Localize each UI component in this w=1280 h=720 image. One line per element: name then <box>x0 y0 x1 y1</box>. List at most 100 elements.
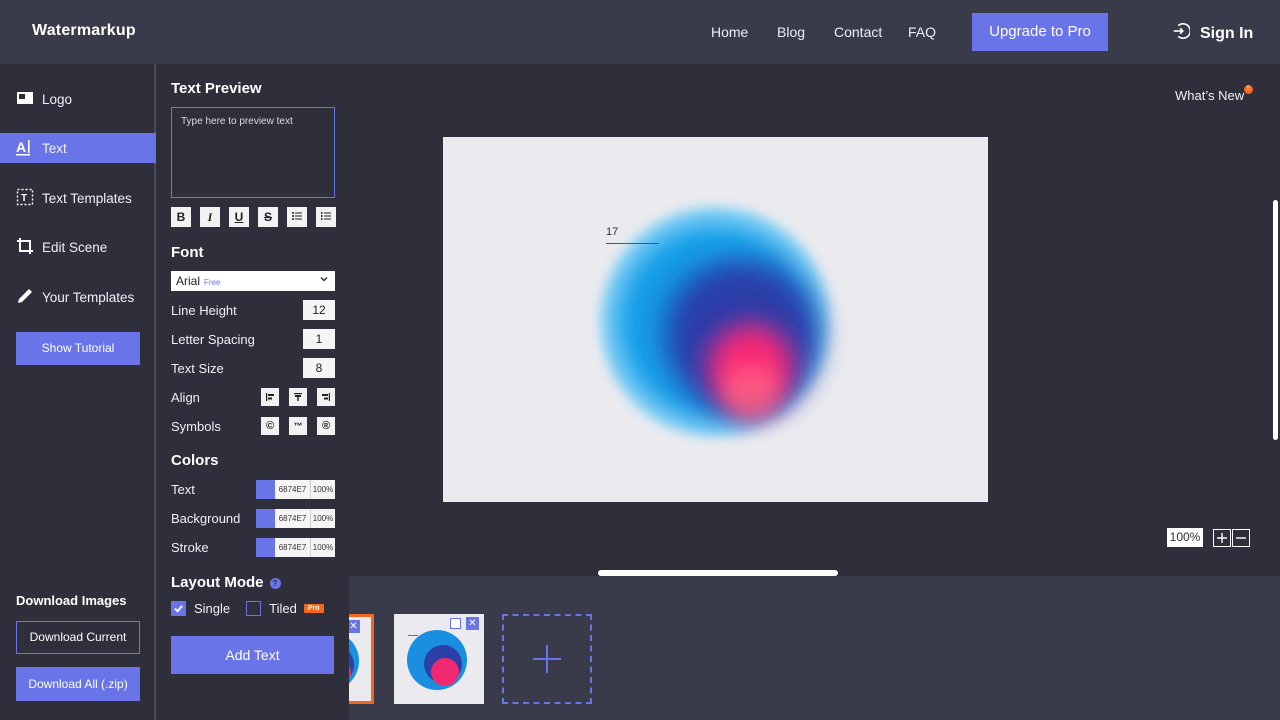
nav-home[interactable]: Home <box>711 24 748 40</box>
chevron-down-icon <box>320 276 328 282</box>
line-height-input[interactable]: 12 <box>303 300 335 320</box>
sidebar-item-label: Edit Scene <box>42 239 108 255</box>
single-label: Single <box>194 601 231 616</box>
notification-badge: 5 <box>1244 85 1253 94</box>
text-properties-panel: Text Preview Type here to preview text B… <box>157 64 349 720</box>
letter-spacing-input[interactable]: 1 <box>303 329 335 349</box>
sidebar-item-label: Your Templates <box>42 289 135 305</box>
canvas-area: What’s New 5 17 100% <box>349 64 1280 576</box>
strikethrough-icon: S <box>263 210 272 224</box>
text-size-input[interactable]: 8 <box>303 358 335 378</box>
underline-icon: U <box>234 210 244 224</box>
svg-text:A: A <box>16 139 26 155</box>
align-right-icon <box>322 393 330 401</box>
letter-spacing-row: Letter Spacing 1 <box>171 329 335 349</box>
sidebar-item-label: Text Templates <box>42 190 132 206</box>
watermark-underline <box>606 243 659 244</box>
background-color-picker[interactable]: 6874E7 100% <box>256 508 335 528</box>
sign-in-button[interactable]: Sign In <box>1172 22 1253 45</box>
stroke-color-swatch[interactable] <box>256 537 275 557</box>
sidebar-item-edit-scene[interactable]: Edit Scene <box>0 232 156 262</box>
download-current-button[interactable]: Download Current <box>16 621 140 654</box>
stroke-color-row: Stroke 6874E7 100% <box>171 537 335 557</box>
nav-blog[interactable]: Blog <box>777 24 805 40</box>
pen-icon <box>16 287 34 308</box>
bold-button[interactable]: B <box>171 207 191 227</box>
text-preview-title: Text Preview <box>171 80 262 97</box>
layout-mode-label: Layout Mode <box>171 574 264 591</box>
nav-contact[interactable]: Contact <box>834 24 882 40</box>
add-image-button[interactable] <box>502 614 592 704</box>
top-bar: Watermarkup Home Blog Contact FAQ Upgrad… <box>0 0 1280 64</box>
pro-badge: Pro <box>303 604 324 613</box>
sidebar-item-text[interactable]: A Text <box>0 133 156 163</box>
background-color-hex[interactable]: 6874E7 <box>275 508 310 528</box>
show-tutorial-button[interactable]: Show Tutorial <box>16 332 140 365</box>
text-template-icon: T <box>16 188 34 209</box>
thumbnail-2[interactable]: ✕ <box>394 614 484 704</box>
stroke-color-opacity[interactable]: 100% <box>310 537 335 557</box>
close-icon[interactable]: ✕ <box>466 617 479 630</box>
stroke-color-picker[interactable]: 6874E7 100% <box>256 537 335 557</box>
sign-in-icon <box>1172 22 1191 45</box>
numbered-list-icon <box>320 210 332 225</box>
text-size-label: Text Size <box>171 360 224 376</box>
single-checkbox[interactable] <box>171 601 186 616</box>
align-right-button[interactable] <box>317 388 335 406</box>
registered-button[interactable]: ® <box>317 417 335 435</box>
brand-logo[interactable]: Watermarkup <box>32 22 136 40</box>
zoom-out-button[interactable] <box>1232 529 1250 547</box>
sidebar-item-logo[interactable]: Logo <box>0 84 156 114</box>
strikethrough-button[interactable]: S <box>258 207 278 227</box>
layout-options: Single Tiled Pro <box>171 601 324 616</box>
text-preview-input[interactable]: Type here to preview text <box>171 107 335 198</box>
trademark-button[interactable]: ™ <box>289 417 307 435</box>
underline-button[interactable]: U <box>229 207 249 227</box>
help-icon[interactable]: ? <box>269 577 281 589</box>
thumbnail-1[interactable]: ✕ <box>349 614 374 704</box>
tiled-checkbox[interactable] <box>246 601 262 616</box>
font-select[interactable]: Arial Free <box>171 271 335 291</box>
gradient-sphere-image <box>600 207 830 437</box>
sidebar-item-text-templates[interactable]: T Text Templates <box>0 183 156 213</box>
crop-icon <box>16 237 34 258</box>
editing-image[interactable]: 17 <box>443 137 988 502</box>
bold-icon: B <box>176 210 186 224</box>
nav-faq[interactable]: FAQ <box>908 24 936 40</box>
download-all-button[interactable]: Download All (.zip) <box>16 667 140 701</box>
thumbnail-checkbox[interactable] <box>450 618 461 629</box>
svg-text:T: T <box>21 193 27 204</box>
close-icon[interactable]: ✕ <box>349 620 360 633</box>
italic-icon: I <box>207 209 213 224</box>
whats-new-link[interactable]: What’s New <box>1175 88 1244 103</box>
text-color-hex[interactable]: 6874E7 <box>275 479 310 499</box>
symbols-label: Symbols <box>171 418 221 434</box>
add-text-button[interactable]: Add Text <box>171 636 334 674</box>
align-left-button[interactable] <box>261 388 279 406</box>
background-color-opacity[interactable]: 100% <box>310 508 335 528</box>
background-color-row: Background 6874E7 100% <box>171 508 335 528</box>
text-color-picker[interactable]: 6874E7 100% <box>256 479 335 499</box>
copyright-button[interactable]: © <box>261 417 279 435</box>
numbered-list-button[interactable] <box>316 207 336 227</box>
vertical-scrollbar[interactable] <box>1273 200 1278 440</box>
background-color-swatch[interactable] <box>256 508 275 528</box>
checkmark-icon <box>174 605 183 613</box>
upgrade-button[interactable]: Upgrade to Pro <box>972 13 1108 51</box>
zoom-in-button[interactable] <box>1213 529 1231 547</box>
sidebar-item-your-templates[interactable]: Your Templates <box>0 282 156 312</box>
bullet-list-icon <box>291 210 303 225</box>
plus-icon <box>1217 533 1227 543</box>
align-row: Align <box>171 387 335 407</box>
text-color-opacity[interactable]: 100% <box>310 479 335 499</box>
italic-button[interactable]: I <box>200 207 220 227</box>
align-center-button[interactable] <box>289 388 307 406</box>
font-free-tag: Free <box>204 278 221 287</box>
watermark-text[interactable]: 17 <box>606 226 618 238</box>
image-icon <box>16 89 34 110</box>
bullet-list-button[interactable] <box>287 207 307 227</box>
text-color-swatch[interactable] <box>256 479 275 499</box>
zoom-level[interactable]: 100% <box>1167 528 1203 547</box>
stroke-color-hex[interactable]: 6874E7 <box>275 537 310 557</box>
colors-title: Colors <box>171 452 219 469</box>
